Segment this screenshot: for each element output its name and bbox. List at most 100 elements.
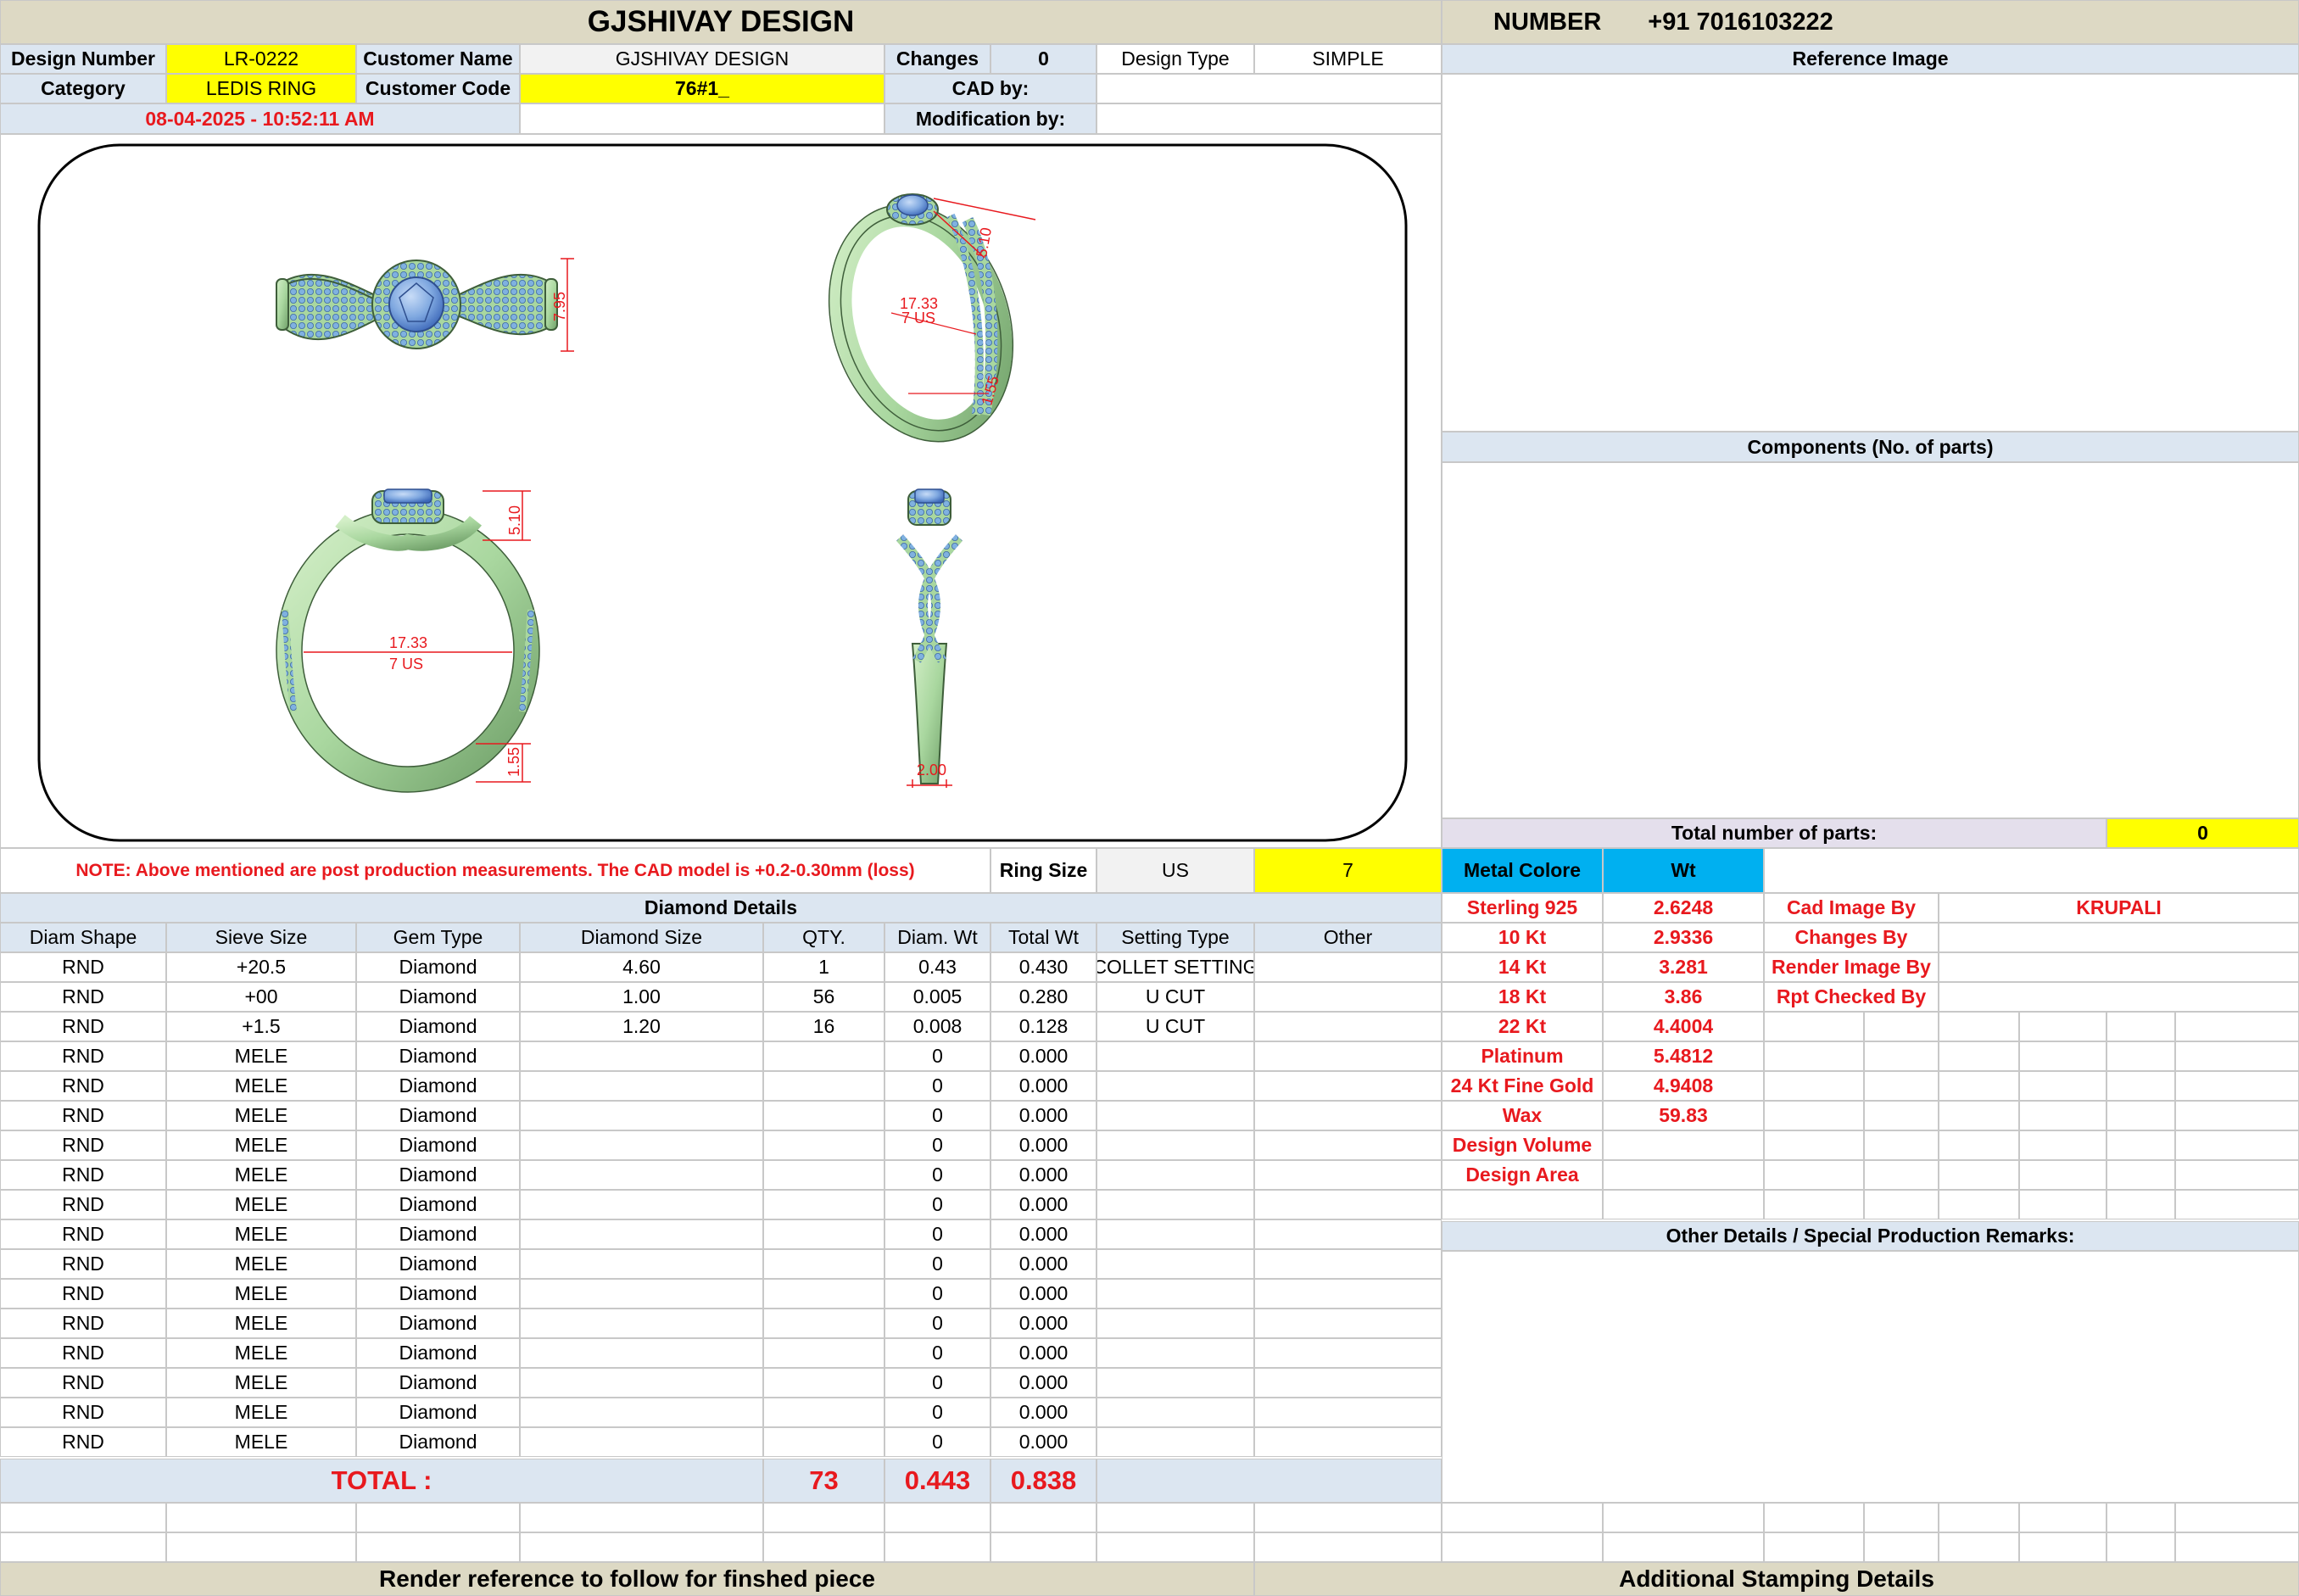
cell-setting-type[interactable] <box>1096 1219 1254 1249</box>
metal-wt-header: Wt <box>1603 848 1764 893</box>
empty-cell[interactable] <box>356 1503 520 1532</box>
cell-other[interactable] <box>1254 1338 1442 1368</box>
empty-cell[interactable] <box>520 1532 763 1562</box>
cell-diamond-size[interactable] <box>520 1071 763 1101</box>
modification-by-value[interactable] <box>1096 103 1442 134</box>
cell-setting-type[interactable] <box>1096 1427 1254 1457</box>
empty-cell[interactable] <box>884 1503 990 1532</box>
empty-cell[interactable] <box>1939 1503 2019 1532</box>
empty-cell[interactable] <box>1442 1532 1603 1562</box>
cell-other[interactable] <box>1254 1249 1442 1279</box>
cell-other[interactable] <box>1254 1368 1442 1398</box>
credit-value[interactable] <box>1939 982 2299 1012</box>
cell-other[interactable] <box>1254 952 1442 982</box>
cell-other[interactable] <box>1254 1219 1442 1249</box>
cell-diamond-size[interactable] <box>520 1249 763 1279</box>
empty-cell[interactable] <box>1442 1503 1603 1532</box>
cell-setting-type[interactable] <box>1096 1101 1254 1130</box>
cell-setting-type[interactable] <box>1096 1160 1254 1190</box>
empty-cell[interactable] <box>2106 1532 2175 1562</box>
cell-setting-type[interactable] <box>1096 1130 1254 1160</box>
cell-qty[interactable] <box>763 1427 884 1457</box>
empty-cell[interactable] <box>0 1532 166 1562</box>
credit-value[interactable] <box>1939 952 2299 982</box>
empty-cell[interactable] <box>520 1503 763 1532</box>
cell-qty[interactable] <box>763 1398 884 1427</box>
cell-qty[interactable] <box>763 1101 884 1130</box>
empty-cell[interactable] <box>763 1532 884 1562</box>
cell-diamond-size[interactable] <box>520 1398 763 1427</box>
cell-other[interactable] <box>1254 1309 1442 1338</box>
cell-setting-type[interactable] <box>1096 1190 1254 1219</box>
cell-setting-type[interactable] <box>1096 1041 1254 1071</box>
cell-other[interactable] <box>1254 1190 1442 1219</box>
credit-value[interactable]: KRUPALI <box>1939 893 2299 923</box>
cell-setting-type[interactable] <box>1096 1071 1254 1101</box>
cell-qty[interactable] <box>763 1219 884 1249</box>
empty-cell[interactable] <box>0 1503 166 1532</box>
cell-qty[interactable] <box>763 1309 884 1338</box>
empty-cell[interactable] <box>763 1503 884 1532</box>
cell-setting-type[interactable] <box>1096 1338 1254 1368</box>
cad-by-value[interactable] <box>1096 74 1442 103</box>
empty-cell[interactable] <box>2106 1503 2175 1532</box>
cell-qty[interactable] <box>763 1249 884 1279</box>
cell-qty[interactable] <box>763 1130 884 1160</box>
empty-cell[interactable] <box>166 1532 356 1562</box>
cell-qty[interactable] <box>763 1338 884 1368</box>
cell-other[interactable] <box>1254 982 1442 1012</box>
cell-setting-type[interactable] <box>1096 1249 1254 1279</box>
empty-cell[interactable] <box>990 1532 1096 1562</box>
empty-cell[interactable] <box>1096 1503 1254 1532</box>
cell-setting-type[interactable] <box>1096 1309 1254 1338</box>
cell-diamond-size[interactable] <box>520 1041 763 1071</box>
cell-other[interactable] <box>1254 1071 1442 1101</box>
cell-other[interactable] <box>1254 1398 1442 1427</box>
empty-cell[interactable] <box>1864 1532 1939 1562</box>
cell-qty[interactable] <box>763 1368 884 1398</box>
empty-cell[interactable] <box>2019 1532 2106 1562</box>
cell-diamond-size[interactable] <box>520 1338 763 1368</box>
cell-qty[interactable] <box>763 1279 884 1309</box>
cell-diamond-size[interactable] <box>520 1190 763 1219</box>
empty-cell[interactable] <box>1603 1532 1764 1562</box>
cell-other[interactable] <box>1254 1101 1442 1130</box>
cell-qty[interactable] <box>763 1041 884 1071</box>
cell-other[interactable] <box>1254 1160 1442 1190</box>
cell-diamond-size[interactable] <box>520 1101 763 1130</box>
empty-cell[interactable] <box>2175 1503 2299 1532</box>
cell-qty[interactable] <box>763 1160 884 1190</box>
empty-cell[interactable] <box>1254 1532 1442 1562</box>
cell-setting-type[interactable] <box>1096 1279 1254 1309</box>
cell-diamond-size[interactable] <box>520 1160 763 1190</box>
empty-cell[interactable] <box>884 1532 990 1562</box>
cell-qty[interactable] <box>763 1071 884 1101</box>
cell-diamond-size[interactable] <box>520 1368 763 1398</box>
cell-other[interactable] <box>1254 1427 1442 1457</box>
empty-cell[interactable] <box>1254 1503 1442 1532</box>
empty-cell[interactable] <box>2175 1532 2299 1562</box>
cell-other[interactable] <box>1254 1012 1442 1041</box>
cell-other[interactable] <box>1254 1130 1442 1160</box>
cell-other[interactable] <box>1254 1279 1442 1309</box>
empty-cell[interactable] <box>1864 1503 1939 1532</box>
cell-qty[interactable] <box>763 1190 884 1219</box>
empty-cell[interactable] <box>1764 1532 1864 1562</box>
cell-diamond-size[interactable] <box>520 1309 763 1338</box>
cell-diamond-size[interactable] <box>520 1427 763 1457</box>
cell-diamond-size[interactable] <box>520 1219 763 1249</box>
cell-setting-type[interactable] <box>1096 1398 1254 1427</box>
empty-cell[interactable] <box>1764 1503 1864 1532</box>
cell-other[interactable] <box>1254 1041 1442 1071</box>
empty-cell[interactable] <box>1603 1503 1764 1532</box>
credit-value[interactable] <box>1939 923 2299 952</box>
cell-diamond-size[interactable] <box>520 1279 763 1309</box>
empty-cell[interactable] <box>990 1503 1096 1532</box>
empty-cell[interactable] <box>356 1532 520 1562</box>
cell-setting-type[interactable] <box>1096 1368 1254 1398</box>
empty-cell[interactable] <box>1096 1532 1254 1562</box>
empty-cell[interactable] <box>2019 1503 2106 1532</box>
empty-cell[interactable] <box>166 1503 356 1532</box>
cell-diamond-size[interactable] <box>520 1130 763 1160</box>
empty-cell[interactable] <box>1939 1532 2019 1562</box>
